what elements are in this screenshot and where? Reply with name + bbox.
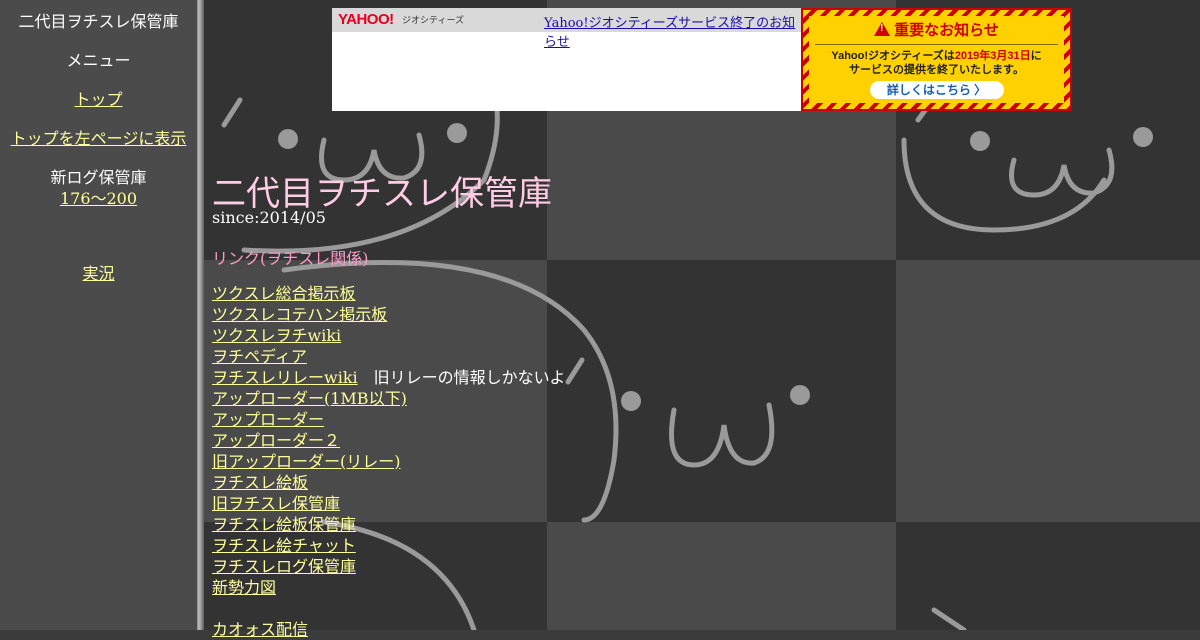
section-heading-links: リンク(ヲチスレ関係) <box>212 249 369 268</box>
frame-divider[interactable] <box>197 0 204 630</box>
link-wochipedia[interactable]: ヲチペディア <box>212 347 307 366</box>
banner-header-bar: YAHOO! ジオシティーズ Yahoo!ジオシティーズサービス終了のお知らせ <box>332 8 802 50</box>
list-item: アップローダー２ <box>212 430 565 451</box>
sidebar-link-top-left[interactable]: トップを左ページに表示 <box>11 129 187 148</box>
list-item: ヲチスレ絵チャット <box>212 535 565 556</box>
sidebar-link-newlog-range[interactable]: 176～200 <box>60 189 137 208</box>
details-button[interactable]: 詳しくはこちら 〉 <box>869 81 1004 99</box>
list-item: 旧アップローダー(リレー) <box>212 451 565 472</box>
list-item: ヲチペディア <box>212 346 565 367</box>
service-end-link[interactable]: Yahoo!ジオシティーズサービス終了のお知らせ <box>544 12 802 50</box>
sidebar-link-live[interactable]: 実況 <box>82 264 114 283</box>
list-item: 新勢力図 <box>212 577 565 598</box>
warning-icon <box>874 22 891 36</box>
link-tsukusure-bbs[interactable]: ツクスレ総合掲示板 <box>212 284 356 303</box>
link-uploader-2[interactable]: アップローダー２ <box>212 431 340 450</box>
notice-divider <box>815 44 1058 45</box>
list-item: ヲチスレログ保管庫 <box>212 556 565 577</box>
important-notice[interactable]: 重要なお知らせ Yahoo!ジオシティーズは2019年3月31日に サービスの提… <box>801 8 1072 111</box>
link-oekaki-board[interactable]: ヲチスレ絵板 <box>212 473 308 492</box>
notice-title: 重要なお知らせ <box>809 19 1064 40</box>
list-item: アップローダー(1MB以下) <box>212 388 565 409</box>
geocities-banner: YAHOO! ジオシティーズ Yahoo!ジオシティーズサービス終了のお知らせ … <box>332 8 1072 111</box>
link-oekaki-chat[interactable]: ヲチスレ絵チャット <box>212 536 356 555</box>
list-item: ヲチスレリレーwiki 旧リレーの情報しかないよ <box>212 367 565 388</box>
list-item: ツクスレヲチwiki <box>212 325 565 346</box>
list-item: 旧ヲチスレ保管庫 <box>212 493 565 514</box>
link-old-archive[interactable]: 旧ヲチスレ保管庫 <box>212 494 340 513</box>
link-power-map[interactable]: 新勢力図 <box>212 578 276 597</box>
list-item: ヲチスレ絵板保管庫 <box>212 514 565 535</box>
list-item: ヲチスレ絵板 <box>212 472 565 493</box>
link-uploader-1mb[interactable]: アップローダー(1MB以下) <box>212 389 407 408</box>
sidebar-link-top[interactable]: トップ <box>74 90 122 109</box>
link-kotehan-bbs[interactable]: ツクスレコテハン掲示板 <box>212 305 387 324</box>
sidebar-menu-label: メニュー <box>66 51 131 70</box>
link-list: ツクスレ総合掲示板 ツクスレコテハン掲示板 ツクスレヲチwiki ヲチペディア … <box>212 283 565 598</box>
list-item: ツクスレコテハン掲示板 <box>212 304 565 325</box>
list-item: アップローダー <box>212 409 565 430</box>
link-log-archive[interactable]: ヲチスレログ保管庫 <box>212 557 356 576</box>
link-uploader[interactable]: アップローダー <box>212 410 324 429</box>
link-wochi-wiki[interactable]: ツクスレヲチwiki <box>212 326 341 345</box>
list-item: ツクスレ総合掲示板 <box>212 283 565 304</box>
link-oekaki-archive[interactable]: ヲチスレ絵板保管庫 <box>212 515 356 534</box>
yahoo-logo[interactable]: YAHOO! <box>338 11 394 28</box>
notice-body: Yahoo!ジオシティーズは2019年3月31日に サービスの提供を終了いたしま… <box>831 50 1042 76</box>
sidebar-menu: 二代目ヲチスレ保管庫 メニュー トップ トップを左ページに表示 新ログ保管庫 1… <box>0 0 197 630</box>
geocities-logo-text: ジオシティーズ <box>402 15 465 25</box>
relay-wiki-note: 旧リレーの情報しかないよ <box>373 368 566 387</box>
link-relay-wiki[interactable]: ヲチスレリレーwiki <box>212 368 358 387</box>
since-date: since:2014/05 <box>212 208 326 227</box>
sidebar-site-title: 二代目ヲチスレ保管庫 <box>18 12 179 31</box>
link-old-uploader[interactable]: 旧アップローダー(リレー) <box>212 452 401 471</box>
